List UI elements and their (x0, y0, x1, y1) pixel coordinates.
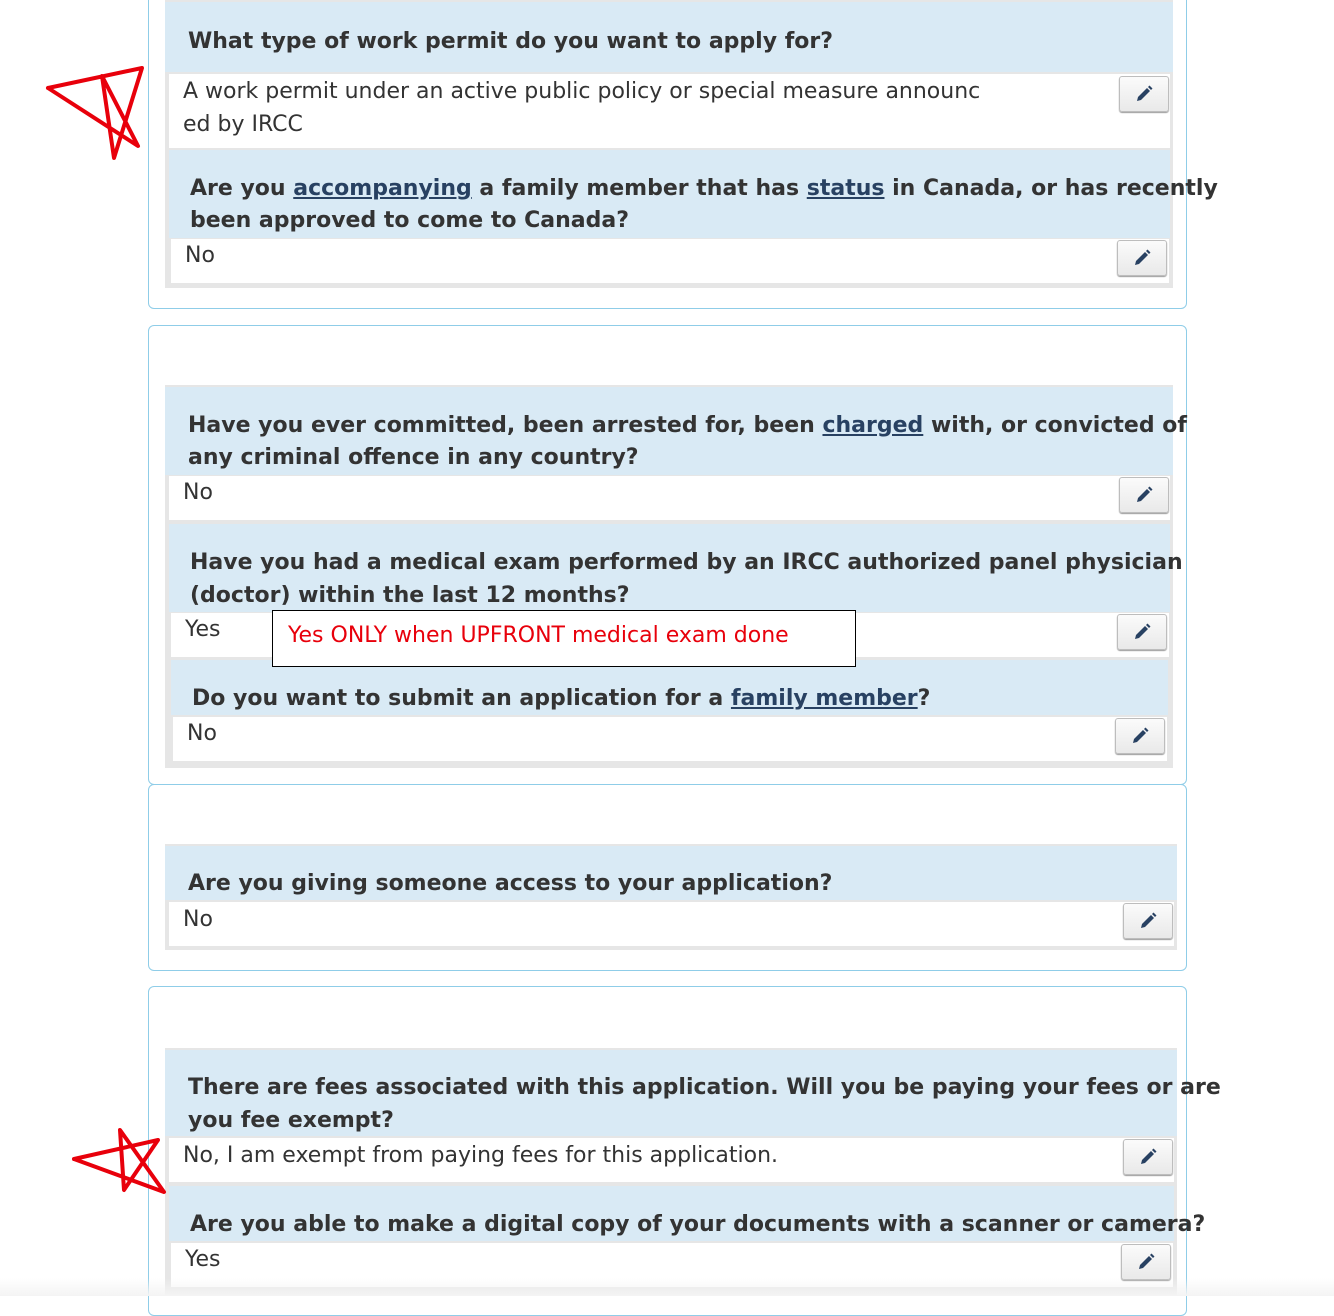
pencil-icon (1137, 85, 1153, 101)
question-accompanying-family: Are you accompanying a family member tha… (169, 150, 1218, 238)
charged-link[interactable]: charged (822, 413, 923, 438)
answer-work-permit-type: A work permit under an active public pol… (169, 74, 1170, 148)
answer-criminal-offence: No (169, 476, 1170, 520)
question-text: ? (917, 686, 931, 711)
pencil-icon (1135, 249, 1151, 265)
star-mark (46, 66, 144, 160)
page-bottom-edge (0, 1278, 1334, 1296)
edit-giving-access-button[interactable] (1123, 903, 1173, 939)
question-line: Are you giving someone access to your ap… (188, 871, 833, 896)
pencil-icon (1141, 912, 1157, 928)
question-line: you fee exempt? (188, 1108, 394, 1133)
question-text: Are you (190, 176, 294, 201)
question-work-permit-type: What type of work permit do you want to … (165, 2, 1173, 72)
answer-family-member-application: No (173, 717, 1167, 761)
question-line: Have you had a medical exam performed by… (190, 550, 1183, 575)
star-mark (72, 1128, 166, 1194)
question-digital-copy: Are you able to make a digital copy of y… (169, 1186, 1205, 1241)
answer-line: A work permit under an active public pol… (183, 79, 981, 104)
pencil-icon (1139, 1253, 1155, 1269)
question-line: What type of work permit do you want to … (188, 29, 833, 54)
edit-work-permit-type-button[interactable] (1119, 76, 1169, 112)
pencil-icon (1137, 486, 1153, 502)
pencil-icon (1135, 623, 1151, 639)
answer-value: No (183, 907, 213, 932)
question-text: with, or convicted of (923, 413, 1187, 438)
answer-value: Yes (185, 617, 221, 642)
question-line: Are you able to make a digital copy of y… (190, 1212, 1206, 1237)
question-line: been approved to come to Canada? (190, 208, 629, 233)
question-fees: There are fees associated with this appl… (165, 1050, 1221, 1136)
answer-value: No (183, 480, 213, 505)
edit-medical-exam-button[interactable] (1117, 614, 1167, 650)
edit-accompanying-family-button[interactable] (1117, 240, 1167, 276)
edit-digital-copy-button[interactable] (1121, 1244, 1171, 1280)
question-medical-exam: Have you had a medical exam performed by… (169, 524, 1183, 612)
answer-value: No (187, 721, 217, 746)
answer-value: No, I am exempt from paying fees for thi… (183, 1143, 778, 1168)
status-link[interactable]: status (807, 176, 885, 201)
answer-fees: No, I am exempt from paying fees for thi… (169, 1138, 1174, 1182)
question-criminal-offence: Have you ever committed, been arrested f… (165, 387, 1187, 475)
pencil-icon (1133, 727, 1149, 743)
question-line: Have you ever committed, been arrested f… (188, 409, 1187, 442)
edit-family-member-application-button[interactable] (1115, 718, 1165, 754)
edit-fees-button[interactable] (1123, 1139, 1173, 1175)
question-line: Are you accompanying a family member tha… (190, 172, 1218, 205)
question-text: Have you ever committed, been arrested f… (188, 413, 823, 438)
accompanying-link[interactable]: accompanying (293, 176, 472, 201)
answer-value: No (185, 243, 215, 268)
annotation-note-medical: Yes ONLY when UPFRONT medical exam done (272, 610, 856, 667)
question-text: Do you want to submit an application for… (192, 686, 731, 711)
question-giving-access: Are you giving someone access to your ap… (165, 846, 1177, 900)
question-text: a family member that has (471, 176, 807, 201)
answer-value: Yes (185, 1247, 221, 1272)
answer-giving-access: No (169, 902, 1174, 946)
pencil-icon (1141, 1148, 1157, 1164)
question-family-member-application: Do you want to submit an application for… (171, 660, 1168, 715)
answer-accompanying-family: No (171, 239, 1169, 283)
question-line: (doctor) within the last 12 months? (190, 583, 630, 608)
edit-criminal-offence-button[interactable] (1119, 477, 1169, 513)
question-line: any criminal offence in any country? (188, 445, 639, 470)
question-line: There are fees associated with this appl… (188, 1075, 1221, 1100)
question-text: in Canada, or has recently (884, 176, 1218, 201)
family-member-link[interactable]: family member (731, 686, 918, 711)
answer-line: ed by IRCC (183, 112, 303, 137)
question-line: Do you want to submit an application for… (192, 682, 930, 715)
